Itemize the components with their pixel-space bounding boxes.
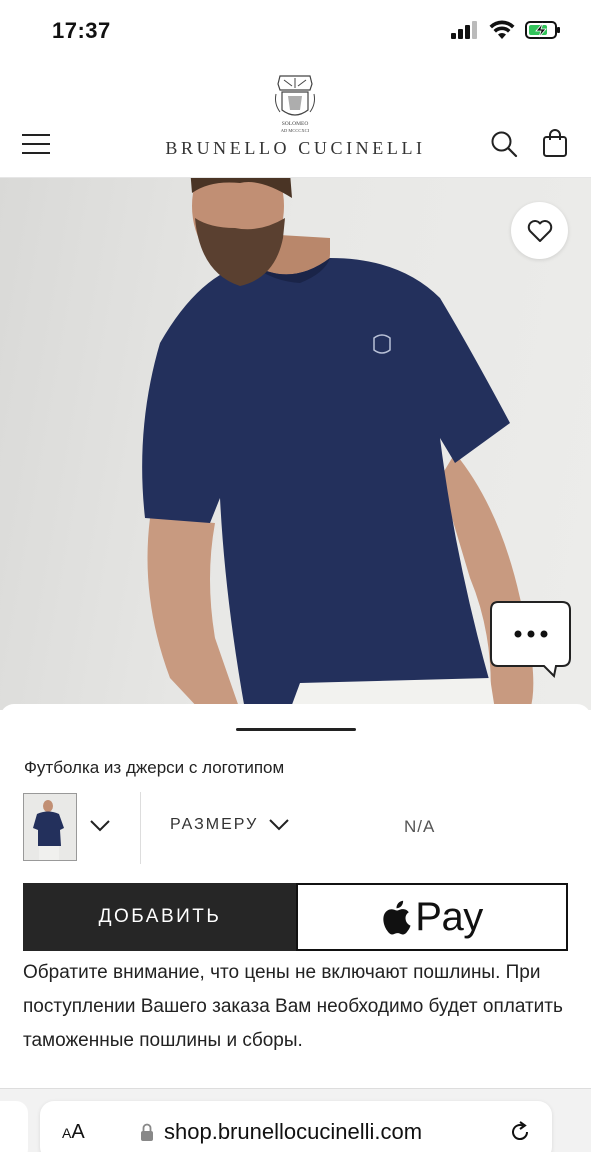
chat-icon[interactable] — [490, 600, 572, 678]
heart-icon — [527, 219, 552, 242]
text-size-button[interactable]: AA — [62, 1121, 85, 1144]
hamburger-icon-line — [22, 134, 50, 136]
aa-big: A — [71, 1121, 85, 1143]
search-icon[interactable] — [490, 130, 518, 158]
address-bar[interactable]: AA shop.brunellocucinelli.com — [40, 1101, 552, 1152]
chevron-down-icon[interactable] — [88, 818, 112, 834]
status-icons — [451, 20, 561, 40]
url-text[interactable]: shop.brunellocucinelli.com — [164, 1119, 422, 1145]
reload-icon[interactable] — [508, 1120, 532, 1144]
cellular-signal-icon — [451, 21, 477, 39]
wifi-icon — [489, 20, 515, 39]
shopping-bag-icon[interactable] — [541, 128, 569, 158]
brand-emblem-icon[interactable]: SOLOMEO AD MCCCXCI — [272, 72, 318, 134]
previous-tab[interactable] — [0, 1101, 28, 1152]
product-title: Футболка из джерси с логотипом — [24, 758, 285, 777]
lock-icon — [141, 1123, 153, 1141]
apple-logo-icon — [383, 900, 411, 935]
apple-pay-button[interactable]: Pay — [296, 883, 568, 951]
color-thumbnail[interactable] — [23, 793, 77, 861]
emblem-text-bottom: AD MCCCXCI — [281, 128, 310, 133]
battery-charging-icon — [525, 21, 560, 39]
sheet-handle[interactable] — [236, 728, 356, 731]
site-header: SOLOMEO AD MCCCXCI BRUNELLO CUCINELLI — [0, 64, 591, 178]
browser-toolbar: AA shop.brunellocucinelli.com — [0, 1088, 591, 1152]
favorite-button[interactable] — [511, 202, 568, 259]
aa-small: A — [62, 1125, 72, 1141]
apple-pay-label: Pay — [415, 894, 483, 939]
size-value: N/A — [404, 817, 436, 836]
divider — [140, 792, 141, 864]
add-to-cart-button[interactable]: ДОБАВИТЬ — [23, 883, 297, 951]
product-sheet: Футболка из джерси с логотипом РАЗМЕРУ N… — [0, 704, 591, 1152]
size-label: РАЗМЕРУ — [170, 816, 259, 833]
status-bar: 17:37 — [0, 0, 591, 64]
size-select[interactable]: РАЗМЕРУ — [170, 816, 290, 834]
customs-notice: Обратите внимание, что цены не включают … — [23, 962, 563, 1051]
chevron-down-icon — [269, 819, 289, 831]
thumbnail-image — [33, 800, 64, 860]
emblem-text-top: SOLOMEO — [282, 121, 309, 127]
status-time: 17:37 — [52, 18, 111, 43]
